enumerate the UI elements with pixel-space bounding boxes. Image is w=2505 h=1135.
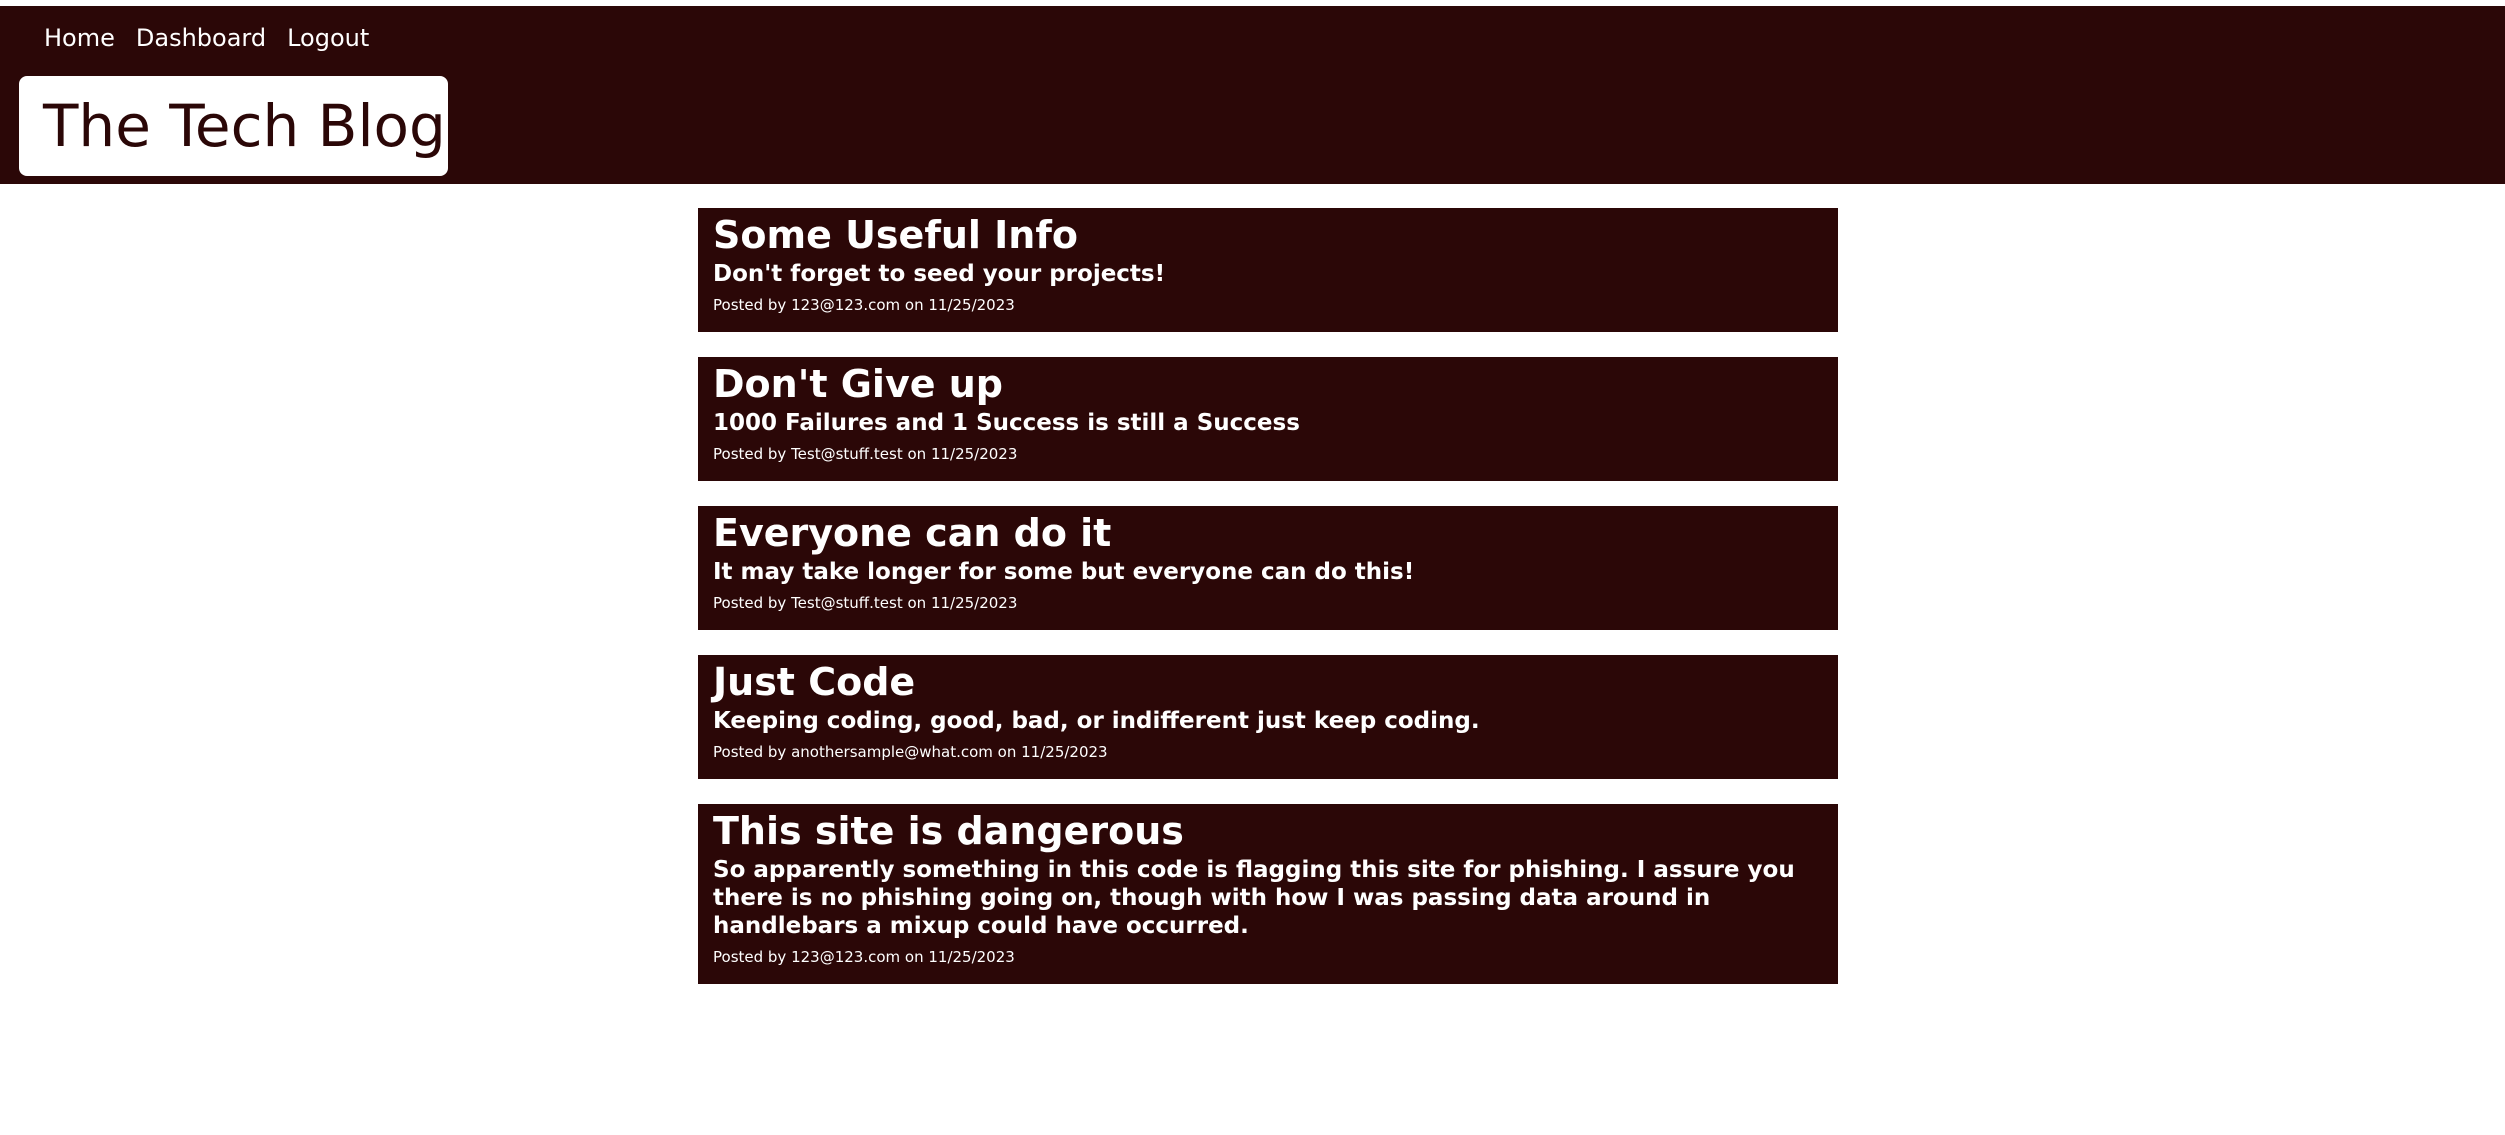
main-nav: Home Dashboard Logout [44,18,390,58]
post-meta: Posted by 123@123.com on 11/25/2023 [713,948,1015,966]
post-card[interactable]: This site is dangerous So apparently som… [698,804,1838,984]
post-list: Some Useful Info Don't forget to seed yo… [698,208,1838,1009]
post-title: Everyone can do it [713,511,1112,555]
post-title: Just Code [713,660,916,704]
post-meta: Posted by 123@123.com on 11/25/2023 [713,296,1015,314]
post-body: Don't forget to seed your projects! [713,261,1166,287]
post-card[interactable]: Just Code Keeping coding, good, bad, or … [698,655,1838,779]
brand-box: The Tech Blog [19,76,448,176]
nav-logout-link[interactable]: Logout [287,18,369,58]
post-body: 1000 Failures and 1 Success is still a S… [713,410,1300,436]
site-header: Home Dashboard Logout The Tech Blog [0,6,2505,184]
post-title: Some Useful Info [713,213,1078,257]
nav-dashboard-link[interactable]: Dashboard [136,18,266,58]
post-meta: Posted by Test@stuff.test on 11/25/2023 [713,594,1018,612]
post-title: This site is dangerous [713,809,1184,853]
post-card[interactable]: Don't Give up 1000 Failures and 1 Succes… [698,357,1838,481]
nav-home-link[interactable]: Home [44,18,115,58]
post-body: Keeping coding, good, bad, or indifferen… [713,708,1480,734]
post-body: It may take longer for some but everyone… [713,559,1415,585]
site-title: The Tech Blog [43,92,446,160]
post-card[interactable]: Some Useful Info Don't forget to seed yo… [698,208,1838,332]
post-meta: Posted by Test@stuff.test on 11/25/2023 [713,445,1018,463]
post-title: Don't Give up [713,362,1003,406]
post-meta: Posted by anothersample@what.com on 11/2… [713,743,1108,761]
post-body: So apparently something in this code is … [713,857,1795,939]
post-card[interactable]: Everyone can do it It may take longer fo… [698,506,1838,630]
